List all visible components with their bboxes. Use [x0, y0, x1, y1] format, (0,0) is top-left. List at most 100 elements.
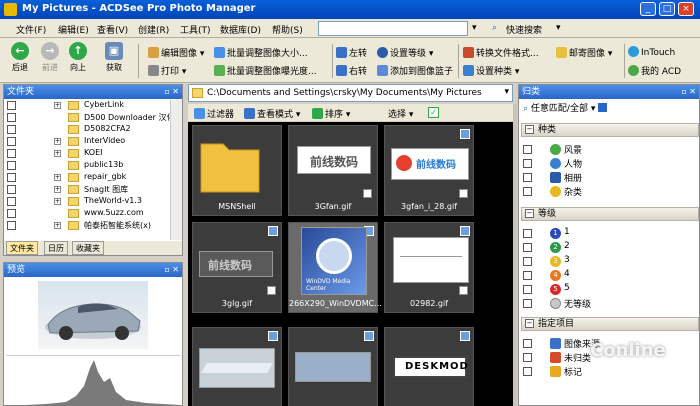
- thumbnail-tile[interactable]: DESKMOD: [384, 327, 474, 406]
- thumbnail-tile[interactable]: 前线数码 3glg.gif: [192, 222, 282, 313]
- thumbnail-tile[interactable]: 前线数码 3gfan_i_28.gif: [384, 125, 474, 216]
- menu-view[interactable]: 查看(V): [97, 23, 128, 36]
- thumbnail-tile[interactable]: MSNShell: [192, 125, 282, 216]
- folder-icon: [68, 161, 79, 170]
- thumbnail-tile[interactable]: 02982.gif: [384, 222, 474, 313]
- pin-icon[interactable]: ▫ ✕: [164, 85, 179, 99]
- maximize-button[interactable]: □: [659, 2, 675, 16]
- quick-search-input[interactable]: [318, 21, 468, 36]
- match-dropdown[interactable]: ⌕ 任意匹配/全部 ▾: [523, 101, 608, 114]
- tab-folders[interactable]: 文件夹: [6, 241, 38, 255]
- thumbnail-tile[interactable]: 前线数码 3Gfan.gif: [288, 125, 378, 216]
- checkbox[interactable]: [7, 197, 16, 206]
- intouch-button[interactable]: InTouch: [628, 46, 675, 58]
- menu-tools[interactable]: 工具(T): [180, 23, 211, 36]
- close-button[interactable]: ×: [678, 2, 694, 16]
- checkbox[interactable]: [7, 161, 16, 170]
- set-rating-button[interactable]: 设置等级 ▾: [377, 46, 433, 59]
- view-mode-button[interactable]: 查看模式 ▾: [244, 107, 300, 120]
- checkbox[interactable]: [7, 137, 16, 146]
- tab-favorites[interactable]: 收藏夹: [72, 241, 104, 255]
- batch-exposure-button[interactable]: 批量调整图像曝光度...: [214, 64, 317, 77]
- folder-icon: [68, 125, 79, 134]
- print-button[interactable]: 打印 ▾: [148, 64, 186, 77]
- menu-create[interactable]: 创建(R): [138, 23, 169, 36]
- organize-panel-header: 归类 ▫ ✕: [519, 85, 699, 99]
- rotate-left-icon: [336, 47, 347, 58]
- set-category-button[interactable]: 设置种类 ▾: [463, 64, 519, 77]
- expand-icon[interactable]: +: [54, 138, 61, 145]
- select-button[interactable]: 选择 ▾: [388, 107, 413, 120]
- menu-database[interactable]: 数据库(D): [220, 23, 261, 36]
- batch-resize-button[interactable]: 批量调整图像大小...: [214, 46, 308, 59]
- my-acd-button[interactable]: 我的 ACD: [628, 64, 681, 77]
- checkbox-icon[interactable]: ✓: [428, 107, 439, 118]
- section-assigned[interactable]: − 指定项目: [521, 317, 699, 331]
- gif-badge-icon: [460, 226, 470, 236]
- back-button[interactable]: ← 后退: [6, 42, 34, 73]
- path-bar[interactable]: C:\Documents and Settings\crsky\My Docum…: [188, 84, 513, 102]
- people-icon: [550, 158, 561, 169]
- car-image: [45, 303, 141, 340]
- path-dropdown-icon[interactable]: ▾: [504, 87, 509, 97]
- thumbnail-image: 前线数码: [199, 251, 273, 277]
- tree-scrollbar[interactable]: [170, 100, 182, 240]
- expand-icon[interactable]: +: [54, 150, 61, 157]
- thumbnail-tile[interactable]: [288, 327, 378, 406]
- quick-search-dropdown-icon[interactable]: ▾: [556, 23, 561, 33]
- select-checkbox[interactable]: [459, 286, 468, 295]
- expand-icon[interactable]: +: [54, 198, 61, 205]
- sort-button[interactable]: 排序 ▾: [312, 107, 350, 120]
- checkbox[interactable]: [7, 209, 16, 218]
- thumbnail-grid: MSNShell 前线数码 3Gfan.gif 前线数码 3gfan_i_28.…: [188, 122, 513, 406]
- menu-file[interactable]: 文件(F): [16, 23, 46, 36]
- resize-icon: [214, 47, 225, 58]
- email-images-button[interactable]: 邮寄图像 ▾: [556, 46, 612, 59]
- vertical-divider[interactable]: [513, 104, 517, 406]
- folder-icon: [68, 101, 79, 110]
- forward-arrow-icon: →: [41, 42, 59, 60]
- filter-button[interactable]: 过滤器: [194, 107, 234, 120]
- app-icon: [4, 3, 17, 16]
- checkbox[interactable]: [7, 173, 16, 182]
- expand-icon[interactable]: +: [54, 102, 61, 109]
- preview-panel-header: 预览 ▫ ✕: [4, 263, 182, 277]
- rotate-left-button[interactable]: 左转: [336, 46, 367, 59]
- rotate-right-button[interactable]: 右转: [336, 64, 367, 77]
- select-checkbox[interactable]: [363, 189, 372, 198]
- menu-edit[interactable]: 编辑(E): [58, 23, 89, 36]
- menu-help[interactable]: 帮助(S): [272, 23, 303, 36]
- section-ratings[interactable]: − 等级: [521, 207, 699, 221]
- filter-icon: [194, 108, 205, 119]
- back-arrow-icon: ←: [11, 42, 29, 60]
- up-button[interactable]: ↑ 向上: [64, 42, 92, 73]
- thumbnail-tile[interactable]: WinDVD Media Center 266X290_WinDVDMC...: [288, 222, 382, 313]
- expand-icon[interactable]: +: [54, 174, 61, 181]
- tag-icon: [550, 366, 561, 377]
- add-to-basket-button[interactable]: 添加到图像篮子: [377, 64, 453, 77]
- quick-search-button[interactable]: 快速搜索: [506, 23, 542, 36]
- minimize-button[interactable]: _: [640, 2, 656, 16]
- tab-calendar[interactable]: 日历: [44, 241, 68, 255]
- checkbox[interactable]: [7, 221, 16, 230]
- thumbnail-tile[interactable]: [192, 327, 282, 406]
- convert-format-button[interactable]: 转换文件格式...: [463, 46, 539, 59]
- checkbox[interactable]: [7, 113, 16, 122]
- select-checkbox[interactable]: [459, 189, 468, 198]
- forward-button[interactable]: → 前进: [36, 42, 64, 73]
- checkbox[interactable]: [7, 149, 16, 158]
- pin-icon[interactable]: ▫ ✕: [681, 85, 696, 99]
- search-dropdown-icon[interactable]: ▾: [472, 23, 477, 33]
- match-settings-icon[interactable]: [598, 103, 608, 112]
- select-checkbox[interactable]: [267, 286, 276, 295]
- expand-icon[interactable]: +: [54, 186, 61, 193]
- preview-image: [38, 281, 148, 349]
- pin-icon[interactable]: ▫ ✕: [164, 263, 179, 277]
- checkbox[interactable]: [7, 101, 16, 110]
- expand-icon[interactable]: +: [54, 222, 61, 229]
- section-categories[interactable]: − 种类: [521, 123, 699, 137]
- acquire-button[interactable]: ▣ 获取: [100, 42, 128, 73]
- checkbox[interactable]: [7, 125, 16, 134]
- checkbox[interactable]: [7, 185, 16, 194]
- edit-image-button[interactable]: 编辑图像 ▾: [148, 46, 204, 59]
